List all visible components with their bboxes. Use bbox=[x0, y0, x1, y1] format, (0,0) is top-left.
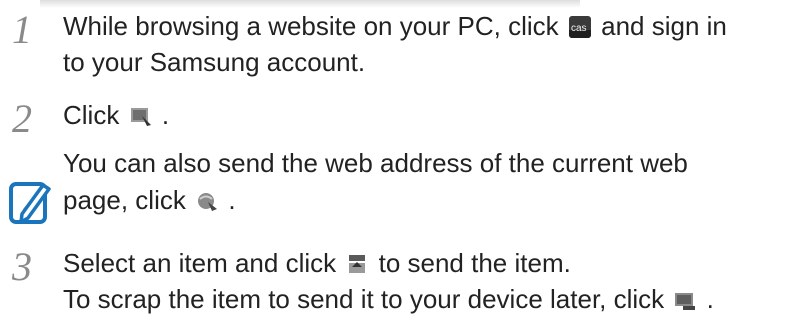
step-3-line-2: To scrap the item to send it to your dev… bbox=[63, 281, 714, 317]
svg-text:cas: cas bbox=[571, 23, 587, 34]
note-text-after: . bbox=[228, 185, 236, 215]
step-3-text-before: Select an item and click bbox=[63, 248, 337, 278]
step-1-number: 1 bbox=[12, 7, 32, 52]
scrap-icon bbox=[674, 289, 696, 311]
step-1-text-after: and sign in bbox=[601, 11, 727, 41]
send-address-icon bbox=[196, 190, 218, 212]
step-3-text-before-2: To scrap the item to send it to your dev… bbox=[63, 284, 665, 314]
step-2-number: 2 bbox=[12, 96, 32, 141]
step-1-line-1: While browsing a website on your PC, cli… bbox=[63, 8, 727, 44]
cas-icon: cas bbox=[568, 16, 591, 38]
note-pen-icon bbox=[9, 182, 51, 224]
step-1-text-before: While browsing a website on your PC, cli… bbox=[63, 11, 559, 41]
page-top-shadow bbox=[40, 0, 580, 8]
step-2-line: Click . bbox=[63, 97, 169, 133]
step-3-number: 3 bbox=[12, 244, 32, 289]
step-1-line-2: to your Samsung account. bbox=[63, 47, 366, 77]
send-page-icon bbox=[130, 105, 152, 127]
send-item-icon bbox=[346, 253, 368, 275]
step-2-text-after: . bbox=[161, 100, 170, 130]
step-3-line-1: Select an item and click to send the ite… bbox=[63, 245, 571, 281]
step-2-text-before: Click bbox=[63, 100, 120, 130]
note-line-2: page, click . bbox=[63, 182, 236, 218]
step-3-text-after: to send the item. bbox=[378, 248, 571, 278]
step-3-text-after-2: . bbox=[706, 284, 714, 314]
note-line-1: You can also send the web address of the… bbox=[63, 148, 688, 178]
note-text-before: page, click bbox=[63, 185, 186, 215]
